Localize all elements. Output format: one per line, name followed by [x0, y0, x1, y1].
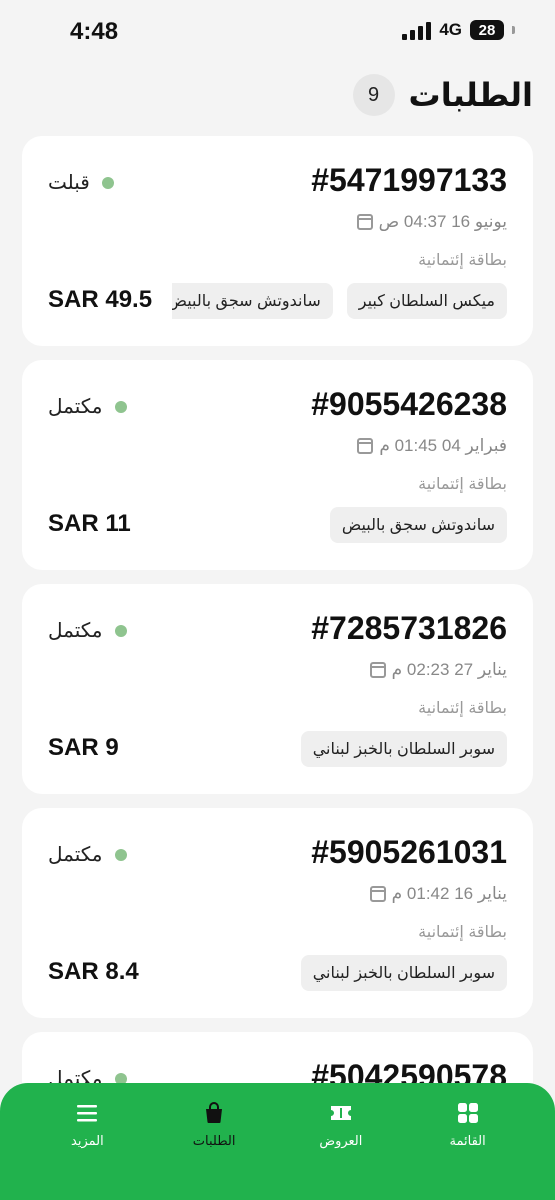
order-date: فبراير 04 01:45 م	[357, 436, 507, 456]
calendar-icon	[357, 438, 374, 454]
order-date: يناير 27 02:23 م	[369, 660, 507, 680]
order-item-chip: سوبر السلطان بالخبز لبناني	[300, 731, 507, 767]
order-status: مكتمل	[48, 394, 127, 419]
order-price: SAR 9	[48, 734, 119, 761]
page-title: الطلبات	[408, 77, 533, 113]
calendar-icon	[369, 886, 386, 902]
order-id: #5471997133	[311, 162, 507, 198]
battery-icon: 28	[470, 20, 504, 40]
order-items: ميكس السلطان كبير ساندوتش سجق بالبيض	[172, 283, 507, 319]
tab-more-label: المزيد	[71, 1133, 104, 1148]
battery-level: 28	[478, 21, 496, 39]
tab-more[interactable]: المزيد	[32, 1083, 142, 1200]
payment-method: بطاقة إئتمانية	[418, 476, 507, 493]
ticket-icon	[330, 1106, 351, 1120]
status-dot-icon	[114, 848, 127, 861]
order-card[interactable]: #5471997133 قبلت يونيو 16 04:37 ص بطاقة …	[22, 136, 533, 346]
shopping-bag-icon	[206, 1102, 223, 1123]
payment-method: بطاقة إئتمانية	[418, 924, 507, 941]
order-date: يناير 16 01:42 م	[369, 884, 507, 904]
payment-method: بطاقة إئتمانية	[418, 252, 507, 269]
calendar-icon	[369, 662, 386, 678]
order-items: سوبر السلطان بالخبز لبناني	[300, 731, 507, 767]
status-time: 4:48	[70, 18, 119, 45]
order-date-text: فبراير 04 01:45 م	[379, 436, 507, 455]
tab-offers[interactable]: العروض	[286, 1083, 396, 1200]
signal-icon	[402, 20, 432, 40]
order-date-text: يناير 16 01:42 م	[391, 884, 507, 903]
tab-orders-label: الطلبات	[192, 1133, 236, 1148]
order-status: قبلت	[48, 170, 114, 195]
page-header: الطلبات 9	[22, 70, 533, 120]
tab-orders[interactable]: الطلبات	[159, 1083, 269, 1200]
order-price: SAR 11	[48, 510, 131, 537]
order-item-chip: سوبر السلطان بالخبز لبناني	[300, 955, 507, 991]
menu-icon	[77, 1105, 98, 1122]
order-item-chip: ساندوتش سجق بالبيض	[172, 283, 333, 319]
order-status-label: مكتمل	[48, 620, 103, 642]
order-price: SAR 8.4	[48, 958, 139, 985]
tab-home-label: القائمة	[449, 1133, 486, 1148]
network-type: 4G	[439, 20, 462, 39]
tab-home[interactable]: القائمة	[413, 1083, 523, 1200]
order-status: مكتمل	[48, 618, 127, 643]
order-date-text: يناير 27 02:23 م	[391, 660, 507, 679]
order-date-text: يونيو 16 04:37 ص	[378, 212, 507, 231]
status-dot-icon	[101, 176, 114, 189]
order-card[interactable]: #5905261031 مكتمل يناير 16 01:42 م بطاقة…	[22, 808, 533, 1018]
order-item-chip: ساندوتش سجق بالبيض	[329, 507, 507, 543]
order-id: #9055426238	[311, 386, 507, 422]
order-status-label: مكتمل	[48, 396, 103, 418]
order-items: ساندوتش سجق بالبيض	[329, 507, 507, 543]
status-dot-icon	[114, 624, 127, 637]
order-card[interactable]: #9055426238 مكتمل فبراير 04 01:45 م بطاق…	[22, 360, 533, 570]
order-status-label: مكتمل	[48, 844, 103, 866]
order-price: SAR 49.5	[48, 286, 153, 313]
status-indicators: 4G 28	[402, 20, 515, 40]
status-dot-icon	[114, 400, 127, 413]
order-status-label: قبلت	[48, 172, 90, 194]
status-bar: 4:48 4G 28	[0, 0, 555, 66]
order-status: مكتمل	[48, 842, 127, 867]
bottom-tab-bar: القائمة العروض الطلبات المزيد	[0, 1083, 555, 1200]
order-date: يونيو 16 04:37 ص	[356, 212, 507, 232]
tab-offers-label: العروض	[319, 1133, 363, 1148]
orders-count-badge: 9	[352, 74, 395, 116]
grid-icon	[457, 1103, 478, 1123]
order-items: سوبر السلطان بالخبز لبناني	[300, 955, 507, 991]
order-item-chip: ميكس السلطان كبير	[346, 283, 507, 319]
orders-list: #5471997133 قبلت يونيو 16 04:37 ص بطاقة …	[22, 136, 533, 1152]
order-id: #5905261031	[311, 834, 507, 870]
order-id: #7285731826	[311, 610, 507, 646]
order-card[interactable]: #7285731826 مكتمل يناير 27 02:23 م بطاقة…	[22, 584, 533, 794]
calendar-icon	[356, 214, 373, 230]
battery-cap	[512, 26, 515, 34]
payment-method: بطاقة إئتمانية	[418, 700, 507, 717]
